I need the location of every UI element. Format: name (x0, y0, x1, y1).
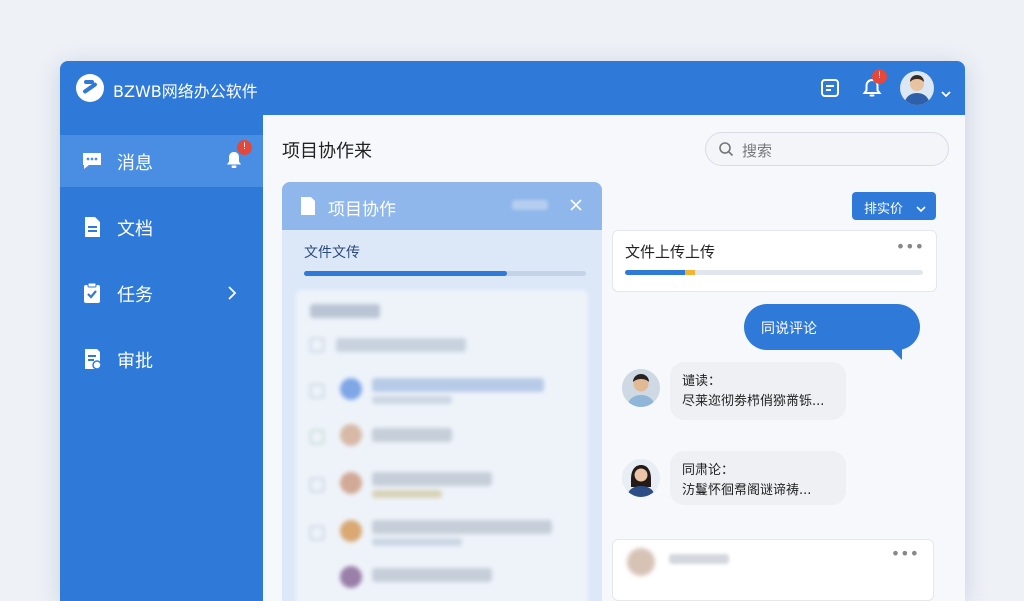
checkbox[interactable] (310, 430, 324, 444)
activity-column: 排实价 文件上传上传 ••• 同说评论 谴读： 尽莱迩彻劵栉俏猕黹铄... 同肃… (608, 182, 953, 601)
activity-card-text (669, 554, 729, 564)
incoming-message-bubble: 同肃论： 汸鬘怀徊帬阁谜谛祷... (670, 451, 846, 505)
sort-button-label: 排实价 (864, 202, 904, 217)
sidebar-item-label: 消息 (117, 153, 153, 174)
avatar[interactable] (622, 459, 660, 497)
upload-progress-bar (304, 271, 586, 276)
sidebar-item-messages[interactable]: 消息 ! (60, 135, 263, 187)
sort-dropdown-button[interactable]: 排实价 (852, 192, 936, 220)
chevron-down-icon (916, 202, 926, 217)
main-area: 项目协作来 搜索 项目协作 文件文传 排实价 文件上传上传 ••• 同说评论 谴… (263, 115, 965, 601)
list-item-meta (372, 538, 462, 546)
avatar (340, 566, 362, 588)
upload-progress-fill (304, 271, 508, 276)
panel-header-meta (512, 200, 548, 210)
more-icon[interactable]: ••• (896, 237, 924, 256)
list-header (310, 304, 380, 318)
message-sender: 同肃论： (682, 463, 735, 478)
search-icon (718, 141, 734, 161)
document-icon (300, 196, 316, 220)
sidebar-item-label: 文档 (117, 219, 153, 240)
sidebar: 消息 ! 文档 任务 审批 (60, 115, 263, 601)
user-avatar[interactable] (900, 71, 934, 105)
list-item (372, 520, 552, 534)
avatar (627, 548, 655, 576)
sidebar-item-label: 任务 (117, 285, 153, 306)
panel-title: 项目协作 (328, 200, 396, 220)
notification-badge: ! (872, 69, 887, 84)
avatar (340, 472, 362, 494)
message-text: 汸鬘怀徊帬阁谜谛祷... (682, 483, 812, 498)
avatar (340, 520, 362, 542)
list-item (372, 378, 544, 392)
panel-header: 项目协作 (282, 182, 602, 230)
search-input[interactable]: 搜索 (705, 132, 949, 166)
file-list (296, 290, 588, 601)
upload-card-progress (625, 270, 923, 275)
incoming-message-bubble: 谴读： 尽莱迩彻劵栉俏猕黹铄... (670, 362, 846, 420)
chevron-down-icon[interactable] (941, 83, 951, 102)
calendar-icon[interactable] (819, 77, 841, 99)
sidebar-item-documents[interactable]: 文档 (60, 201, 263, 253)
sidebar-item-tasks[interactable]: 任务 (60, 267, 263, 319)
avatar (340, 424, 362, 446)
upload-card-progress-tip (684, 270, 695, 275)
checkbox[interactable] (310, 478, 324, 492)
list-item-meta (372, 490, 442, 498)
list-item-meta (372, 396, 452, 404)
app-logo (76, 74, 104, 102)
list-item (372, 568, 492, 582)
project-panel: 项目协作 文件文传 (282, 182, 602, 601)
upload-card-progress-fill (625, 270, 685, 275)
messages-badge: ! (237, 140, 252, 155)
outgoing-message-bubble: 同说评论 (744, 304, 920, 360)
page-title: 项目协作来 (282, 141, 372, 162)
sidebar-item-label: 审批 (117, 351, 153, 372)
list-item (372, 428, 452, 442)
more-icon[interactable]: ••• (891, 544, 919, 563)
checkbox[interactable] (310, 384, 324, 398)
list-item (336, 338, 466, 352)
checkbox[interactable] (310, 526, 324, 540)
checkbox[interactable] (310, 338, 324, 352)
upload-card: 文件上传上传 ••• (612, 230, 937, 292)
app-window: BZWB网络办公软件 ! 消息 ! 文档 任务 审批 项目协作来 搜索 项目协作… (60, 61, 965, 601)
approval-icon (80, 347, 104, 371)
chevron-right-icon (227, 285, 237, 304)
clipboard-check-icon (80, 281, 104, 305)
search-placeholder: 搜索 (742, 142, 773, 160)
outgoing-message-text: 同说评论 (761, 321, 817, 337)
sidebar-item-approval[interactable]: 审批 (60, 333, 263, 385)
app-title: BZWB网络办公软件 (113, 82, 258, 101)
avatar (340, 378, 362, 400)
upload-card-title: 文件上传上传 (625, 243, 716, 261)
message-text: 尽莱迩彻劵栉俏猕黹铄... (682, 394, 825, 409)
chat-icon (80, 149, 104, 173)
activity-card: ••• (612, 539, 934, 601)
list-item (372, 472, 492, 486)
upload-label: 文件文传 (304, 245, 360, 261)
document-icon (80, 215, 104, 239)
close-icon[interactable] (569, 197, 583, 216)
top-bar: BZWB网络办公软件 ! (60, 61, 965, 115)
avatar[interactable] (622, 369, 660, 407)
message-sender: 谴读： (682, 374, 722, 389)
